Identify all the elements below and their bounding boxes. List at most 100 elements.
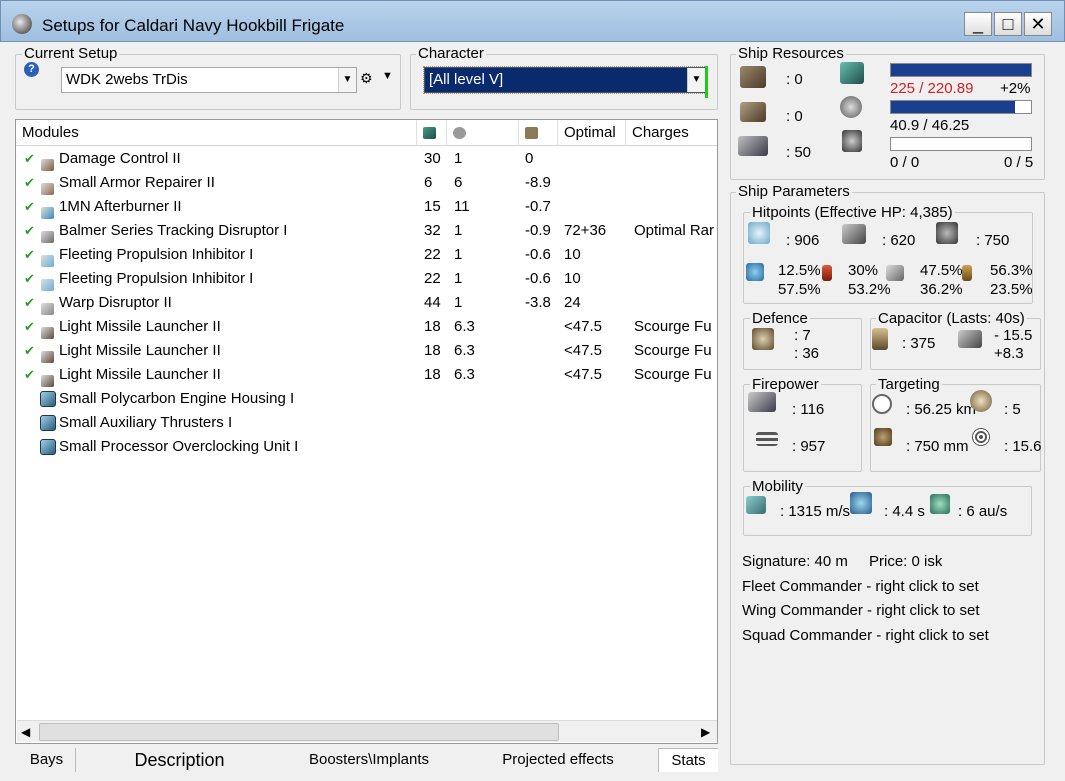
setup-menu-chevron-icon[interactable]: ▼ bbox=[382, 70, 393, 82]
active-check-icon[interactable]: ✔ bbox=[24, 147, 35, 171]
module-optimal: <47.5 bbox=[564, 342, 602, 359]
module-row[interactable]: ✔ Damage Control II 30 1 0 bbox=[16, 147, 717, 172]
rig-name: Small Auxiliary Thrusters I bbox=[59, 414, 233, 431]
module-optimal: <47.5 bbox=[564, 318, 602, 335]
header-charges[interactable]: Charges bbox=[626, 120, 717, 146]
em-resist-shield: 12.5% bbox=[778, 262, 821, 279]
warp-speed: : 6 au/s bbox=[958, 503, 1008, 520]
setup-select[interactable]: WDK 2webs TrDis ▼ bbox=[61, 67, 357, 93]
character-select[interactable]: [All level V] ▼ bbox=[423, 66, 707, 94]
header-cpu[interactable] bbox=[417, 120, 447, 146]
module-optimal: 72+36 bbox=[564, 222, 607, 239]
armor-icon bbox=[842, 224, 866, 244]
module-optimal: <47.5 bbox=[564, 366, 602, 383]
module-row[interactable]: ✔ Small Armor Repairer II 6 6 -8.9 bbox=[16, 171, 717, 196]
setup-select-value: WDK 2webs TrDis bbox=[66, 71, 188, 88]
rig-row[interactable]: Small Processor Overclocking Unit I bbox=[16, 435, 717, 459]
module-cpu: 22 bbox=[424, 270, 441, 287]
module-cpu: 6 bbox=[424, 174, 433, 191]
active-check-icon[interactable]: ✔ bbox=[24, 363, 35, 387]
active-check-icon[interactable]: ✔ bbox=[24, 339, 35, 363]
max-targets: : 5 bbox=[1004, 401, 1021, 418]
em-resist-armor: 57.5% bbox=[778, 281, 821, 298]
cpu-icon bbox=[840, 62, 864, 84]
header-capacitor[interactable] bbox=[519, 120, 558, 146]
tab-boosters-implants[interactable]: Boosters\Implants bbox=[295, 748, 443, 772]
active-check-icon[interactable]: ✔ bbox=[24, 219, 35, 243]
module-icon bbox=[41, 231, 54, 244]
close-button[interactable]: ✕ bbox=[1024, 12, 1052, 36]
cpu-bar bbox=[890, 63, 1032, 77]
turret-hardpoint-icon bbox=[740, 66, 766, 88]
module-charges: Optimal Rar bbox=[634, 222, 715, 239]
wing-commander[interactable]: Wing Commander - right click to set bbox=[742, 602, 980, 619]
module-name: Balmer Series Tracking Disruptor I bbox=[59, 222, 288, 239]
defence-top: : 7 bbox=[794, 327, 811, 344]
active-check-icon[interactable]: ✔ bbox=[24, 291, 35, 315]
sensor-strength: : 15.6 bbox=[1004, 438, 1042, 455]
armor-hp: : 620 bbox=[882, 232, 916, 249]
module-row[interactable]: ✔ Light Missile Launcher II 18 6.3 <47.5 Scou… bbox=[16, 363, 717, 388]
module-icon bbox=[41, 303, 54, 316]
module-icon bbox=[41, 159, 54, 172]
fleet-commander[interactable]: Fleet Commander - right click to set bbox=[742, 578, 979, 595]
help-icon[interactable]: ? bbox=[24, 62, 39, 77]
shield-hp: : 906 bbox=[786, 232, 820, 249]
scroll-thumb[interactable] bbox=[39, 723, 559, 741]
module-pg: 6.3 bbox=[454, 342, 475, 359]
active-check-icon[interactable]: ✔ bbox=[24, 195, 35, 219]
squad-commander[interactable]: Squad Commander - right click to set bbox=[742, 627, 989, 644]
scan-resolution: : 750 mm bbox=[906, 438, 969, 455]
active-check-icon[interactable]: ✔ bbox=[24, 315, 35, 339]
wrench-icon[interactable]: ⚙ bbox=[360, 70, 376, 86]
maximize-button[interactable]: □ bbox=[994, 12, 1022, 36]
capacitor-recharge-icon bbox=[958, 330, 982, 348]
module-row[interactable]: ✔ 1MN Afterburner II 15 11 -0.7 bbox=[16, 195, 717, 220]
app-icon bbox=[12, 14, 32, 34]
module-row[interactable]: ✔ Light Missile Launcher II 18 6.3 <47.5 Scou… bbox=[16, 339, 717, 364]
active-check-icon[interactable]: ✔ bbox=[24, 267, 35, 291]
active-check-icon[interactable]: ✔ bbox=[24, 171, 35, 195]
module-row[interactable]: ✔ Light Missile Launcher II 18 6.3 <47.5 Scou… bbox=[16, 315, 717, 340]
tab-bays[interactable]: Bays bbox=[18, 748, 76, 772]
scroll-right-icon[interactable]: ▶ bbox=[701, 725, 710, 739]
thermal-resist-armor: 53.2% bbox=[848, 281, 891, 298]
tab-projected-effects[interactable]: Projected effects bbox=[490, 748, 626, 772]
mobility-label: Mobility bbox=[750, 478, 805, 495]
module-cap: -8.9 bbox=[525, 174, 551, 191]
minimize-button[interactable]: _ bbox=[964, 12, 992, 36]
modules-list[interactable]: Modules Optimal Charges ✔ Damage Control … bbox=[15, 119, 718, 744]
chevron-down-icon[interactable]: ▼ bbox=[338, 68, 356, 92]
drone-bar bbox=[890, 137, 1032, 151]
launcher-hardpoint-icon bbox=[740, 102, 766, 122]
header-modules[interactable]: Modules bbox=[16, 120, 417, 146]
defence-label: Defence bbox=[750, 310, 810, 327]
turret-hardpoints: : 0 bbox=[786, 71, 803, 88]
module-row[interactable]: ✔ Balmer Series Tracking Disruptor I 32 1 -0… bbox=[16, 219, 717, 244]
tab-description[interactable]: Description bbox=[112, 748, 247, 772]
module-optimal: 24 bbox=[564, 294, 581, 311]
module-row[interactable]: ✔ Fleeting Propulsion Inhibitor I 22 1 -0.6 1… bbox=[16, 243, 717, 268]
tab-stats[interactable]: Stats bbox=[658, 748, 718, 772]
firepower-label: Firepower bbox=[750, 376, 821, 393]
active-check-icon[interactable]: ✔ bbox=[24, 243, 35, 267]
capacitor-icon bbox=[872, 328, 888, 350]
thermal-resist-shield: 30% bbox=[848, 262, 879, 279]
horizontal-scrollbar[interactable]: ◀ ▶ bbox=[17, 720, 717, 742]
module-row[interactable]: ✔ Warp Disruptor II 44 1 -3.8 24 bbox=[16, 291, 717, 316]
header-powergrid[interactable] bbox=[447, 120, 519, 146]
rig-row[interactable]: Small Polycarbon Engine Housing I bbox=[16, 387, 717, 411]
rig-row[interactable]: Small Auxiliary Thrusters I bbox=[16, 411, 717, 435]
scroll-left-icon[interactable]: ◀ bbox=[21, 725, 30, 739]
thermal-resist-icon bbox=[822, 265, 832, 281]
module-cap: -0.6 bbox=[525, 270, 551, 287]
module-row[interactable]: ✔ Fleeting Propulsion Inhibitor I 22 1 -0.6 1… bbox=[16, 267, 717, 292]
chevron-down-icon[interactable]: ▼ bbox=[687, 68, 705, 92]
drone-icon bbox=[842, 130, 862, 152]
max-velocity-icon bbox=[746, 496, 766, 514]
header-optimal[interactable]: Optimal bbox=[558, 120, 626, 146]
module-name: Light Missile Launcher II bbox=[59, 342, 221, 359]
module-pg: 1 bbox=[454, 294, 463, 311]
capacitor-label: Capacitor (Lasts: 40s) bbox=[876, 310, 1027, 327]
module-cap: -0.7 bbox=[525, 198, 551, 215]
